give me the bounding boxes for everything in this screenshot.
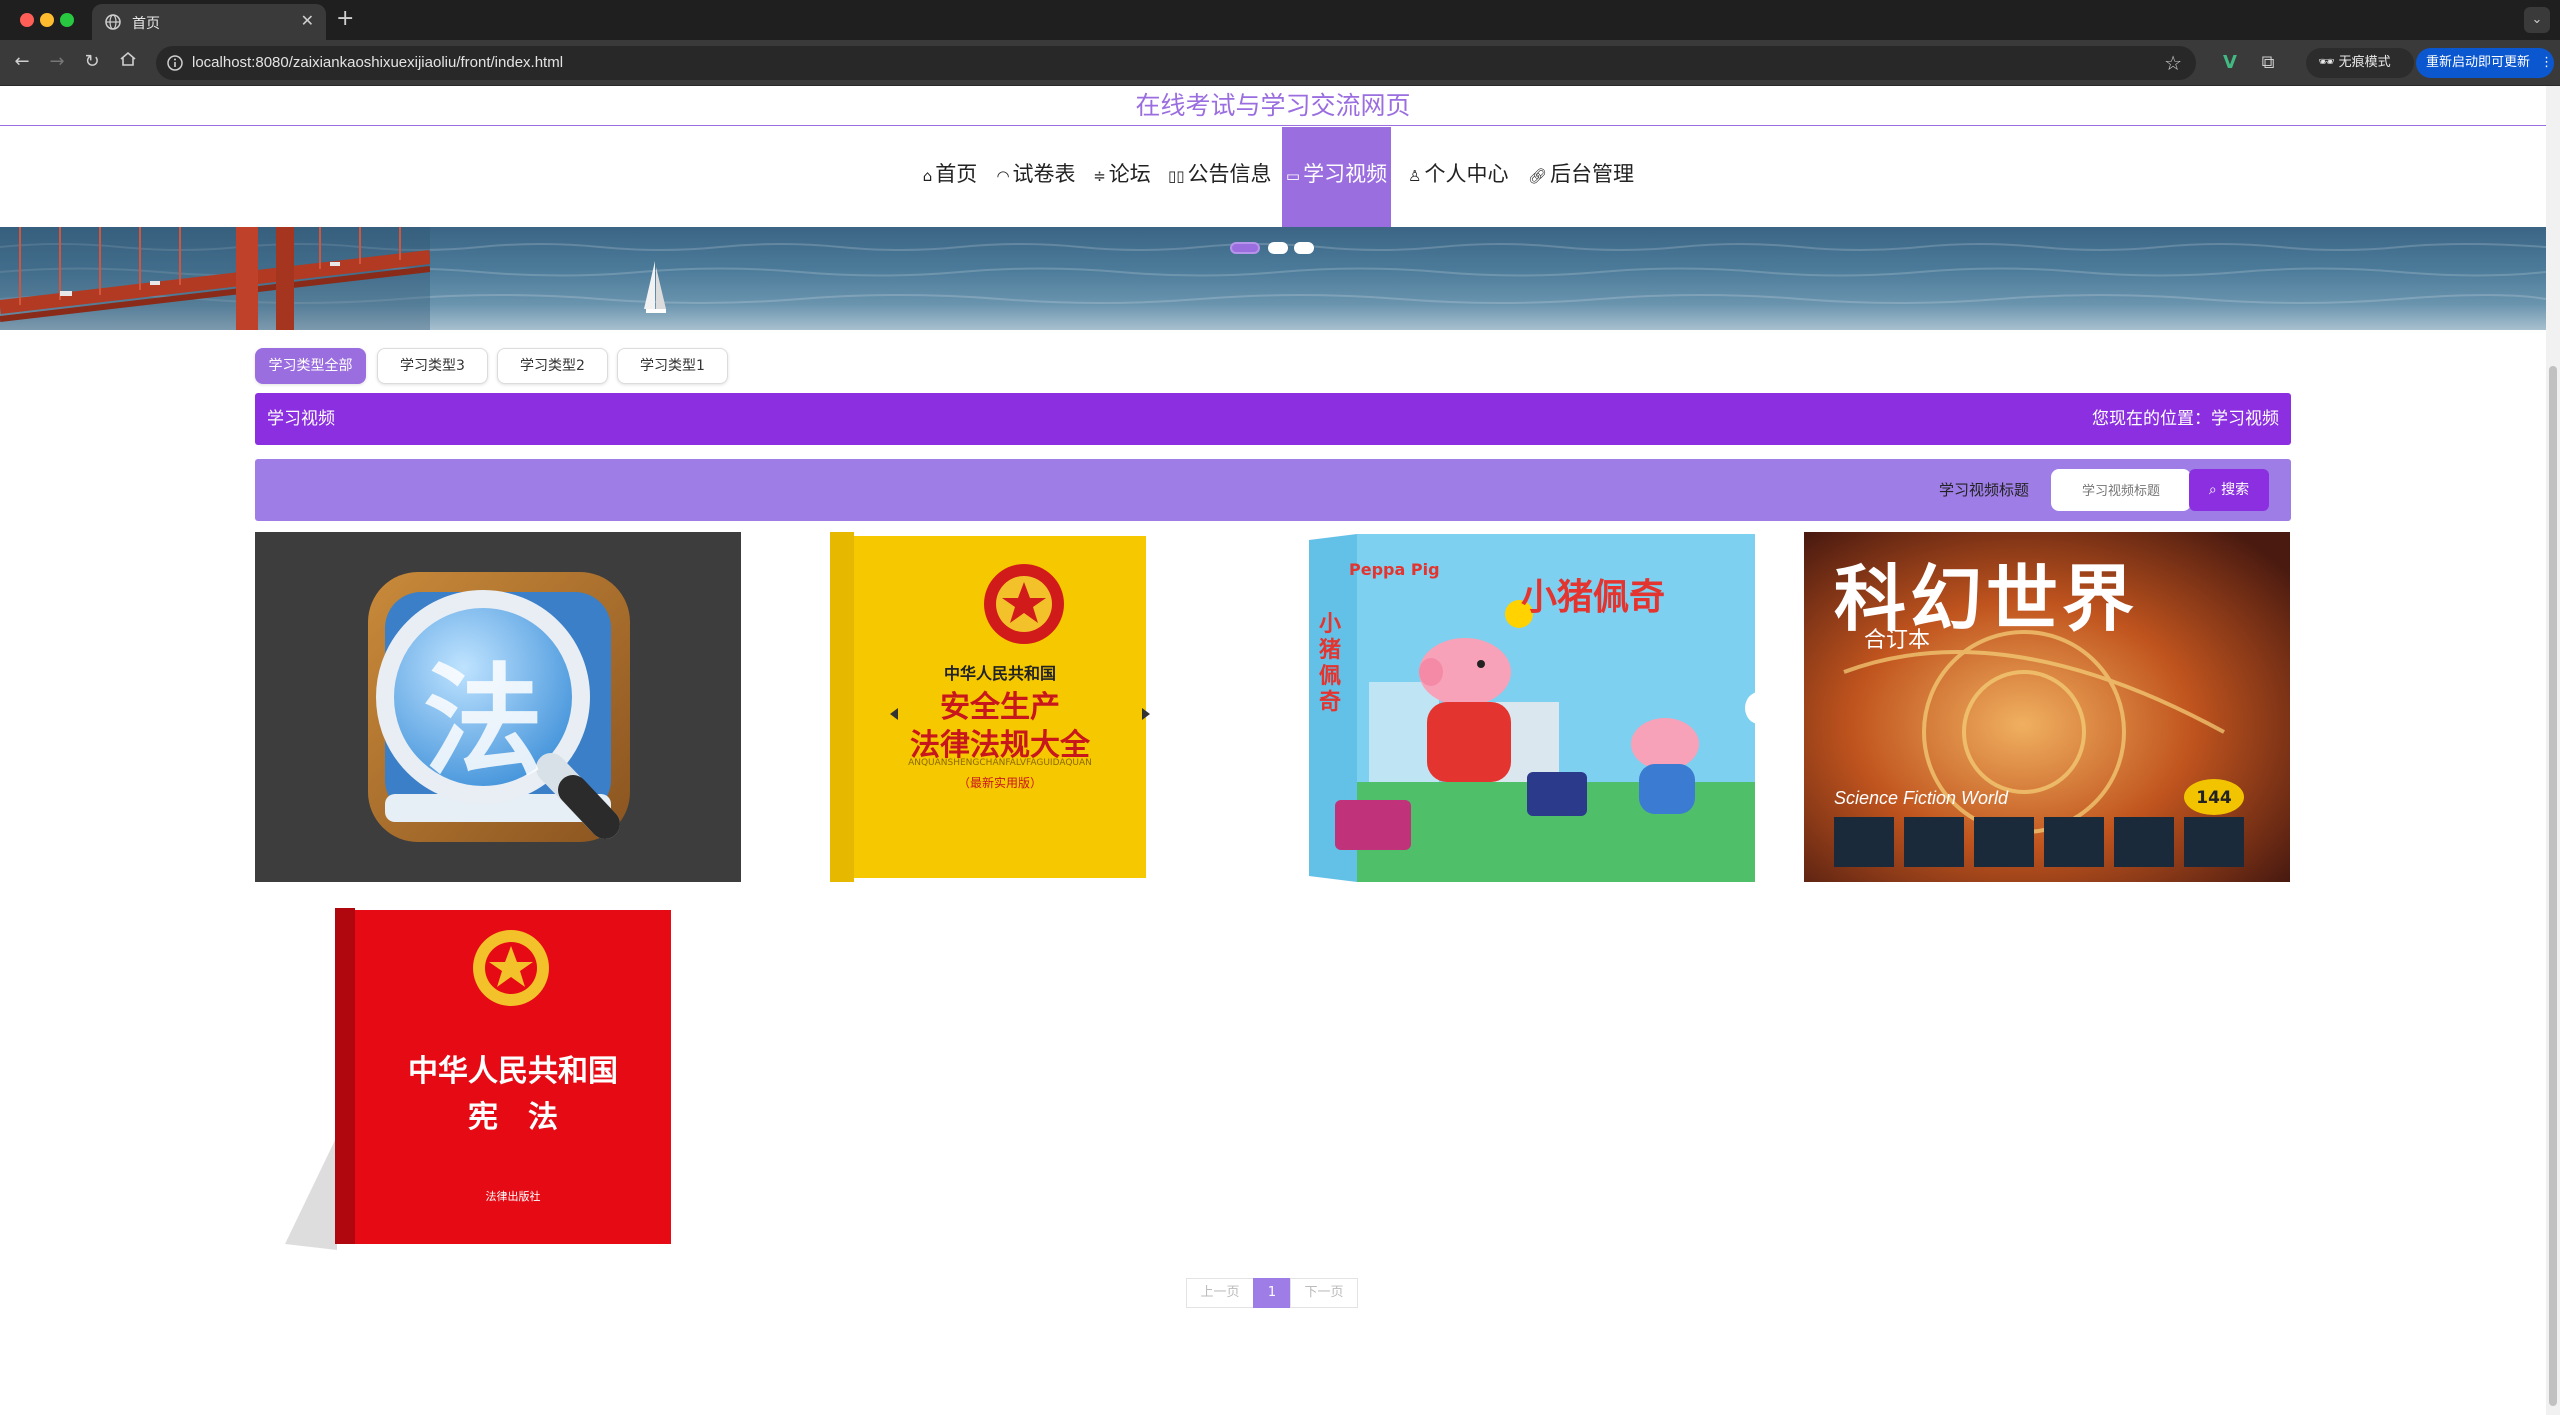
nav-item-study-videos[interactable]: ▭ 学习视频 [1282,127,1391,233]
main-nav: ⌂ 首页 ◠ 试卷表 ≑ 论坛 ▯▯ 公告信息 ▭ 学习视频 ♙ 个人中心 🔗︎ 后台管理 [0,127,2546,233]
notice-icon: ▯▯ [1168,167,1185,185]
card-3-side-title: 小猪佩奇 [1319,612,1342,715]
minimize-window-button[interactable] [40,13,54,27]
relaunch-update-button[interactable]: 重新启动即可更新 ⋮ [2416,48,2554,78]
card-4-english: Science Fiction World [1834,788,2009,808]
nav-label: 后台管理 [1550,162,1635,186]
home-icon: ⌂ [922,167,933,185]
nav-label: 学习视频 [1303,162,1388,186]
home-icon[interactable] [116,50,140,74]
filter-type-3[interactable]: 学习类型3 [377,348,488,384]
nav-label: 公告信息 [1187,162,1272,186]
site-info-icon[interactable] [166,54,184,72]
nav-item-home[interactable]: ⌂ 首页 [918,127,982,233]
search-button[interactable]: ⌕ 搜索 [2189,469,2269,511]
scrollbar-thumb[interactable] [2549,366,2557,1406]
card-2-edition: （最新实用版） [957,776,1042,790]
new-tab-button[interactable]: + [336,6,354,31]
search-label: 学习视频标题 [1938,481,2029,499]
card-5-publisher: 法律出版社 [485,1190,541,1203]
nav-label: 试卷表 [1012,162,1076,186]
page-scrollbar[interactable] [2546,86,2560,1415]
page-1-button[interactable]: 1 [1253,1278,1291,1308]
card-1-glyph: 法 [423,653,543,792]
back-icon[interactable]: ← [10,50,34,74]
incognito-label: 无痕模式 [2338,55,2391,70]
video-card-5[interactable]: 中华人民共和国 宪 法 法律出版社 [255,906,741,1256]
maximize-window-button[interactable] [60,13,74,27]
address-bar[interactable]: localhost:8080/zaixiankaoshixuexijiaoliu… [156,46,2196,80]
vue-devtools-icon[interactable]: V [2218,51,2242,75]
user-icon: ♙ [1408,167,1422,185]
globe-icon [105,14,121,30]
browser-toolbar: ← → ↻ localhost:8080/zaixiankaoshixuexij… [0,40,2560,86]
nav-item-forum[interactable]: ≑ 论坛 [1092,127,1152,233]
section-header: 学习视频 您现在的位置：学习视频 [255,393,2291,445]
site-title: 在线考试与学习交流网页 [0,86,2546,126]
filter-all[interactable]: 学习类型全部 [255,348,366,384]
filter-icon: ≑ [1093,167,1106,185]
video-card-2[interactable]: 中华人民共和国 安全生产 法律法规大全 ANQUANSHENGCHANFALVF… [762,532,1248,882]
tab-search-button[interactable]: ⌄ [2524,7,2550,33]
browser-tab[interactable]: 首页 ✕ [92,4,326,40]
golden-gate-bridge-image [0,227,430,330]
card-5-line1: 中华人民共和国 [408,1054,618,1089]
video-card-3[interactable]: Peppa Pig 小猪佩奇 小猪佩奇 [1269,532,1755,882]
search-bar: 学习视频标题 ⌕ 搜索 [255,459,2291,521]
card-2-header: 中华人民共和国 [943,664,1056,683]
incognito-icon: 🕶 [2318,55,2335,70]
card-2-pinyin: ANQUANSHENGCHANFALVFAGUIDAQUAN [908,758,1092,768]
tab-title: 首页 [132,16,160,32]
prev-page-button[interactable]: 上一页 [1186,1278,1254,1308]
nav-label: 首页 [935,162,978,186]
paper-icon: ◠ [996,167,1010,185]
link-icon: 🔗︎ [1528,167,1548,185]
filter-type-2[interactable]: 学习类型2 [497,348,608,384]
close-tab-icon[interactable]: ✕ [301,11,314,30]
card-3-title: 小猪佩奇 [1521,577,1666,618]
more-menu-icon[interactable]: ⋮ [2540,55,2553,70]
relaunch-label: 重新启动即可更新 [2426,55,2531,70]
nav-item-admin[interactable]: 🔗︎ 后台管理 [1528,127,1634,233]
browser-tab-bar: 首页 ✕ + ⌄ [0,0,2560,40]
card-5-line2: 宪 法 [468,1100,558,1135]
reload-icon[interactable]: ↻ [80,50,104,74]
carousel-dot-2[interactable] [1268,242,1288,254]
search-icon: ⌕ [2208,482,2217,498]
card-4-badge: 144 [2196,788,2232,808]
video-card-4[interactable]: 科幻世界 合订本 Science Fiction World 144 [1804,532,2290,882]
next-page-button[interactable]: 下一页 [1290,1278,1358,1308]
breadcrumb: 您现在的位置：学习视频 [2092,409,2279,429]
forward-icon[interactable]: → [45,50,69,74]
card-3-logo: Peppa Pig [1349,560,1440,579]
page-viewport: 在线考试与学习交流网页 ⌂ 首页 ◠ 试卷表 ≑ 论坛 ▯▯ 公告信息 ▭ 学习视频 ♙ 个… [0,86,2546,1415]
url-text: localhost:8080/zaixiankaoshixuexijiaoliu… [192,54,564,71]
incognito-indicator[interactable]: 🕶 无痕模式 [2306,48,2414,78]
extensions-icon[interactable]: ⧉ [2256,51,2280,75]
video-card-1[interactable]: 法 [255,532,741,882]
sailboat-image [644,261,666,313]
carousel-dot-1[interactable] [1230,242,1260,254]
filter-type-1[interactable]: 学习类型1 [617,348,728,384]
nav-label: 个人中心 [1424,162,1509,186]
nav-item-notices[interactable]: ▯▯ 公告信息 [1168,127,1272,233]
video-icon: ▭ [1285,167,1301,185]
search-button-label: 搜索 [2221,482,2250,498]
search-input[interactable] [2051,469,2191,511]
carousel-dot-3[interactable] [1294,242,1314,254]
nav-item-papers[interactable]: ◠ 试卷表 [994,127,1078,233]
nav-item-profile[interactable]: ♙ 个人中心 [1408,127,1508,233]
close-window-button[interactable] [20,13,34,27]
bookmark-star-icon[interactable]: ☆ [2164,51,2182,75]
nav-label: 论坛 [1108,162,1151,186]
section-title: 学习视频 [267,409,335,429]
card-4-subtitle: 合订本 [1864,628,1931,653]
